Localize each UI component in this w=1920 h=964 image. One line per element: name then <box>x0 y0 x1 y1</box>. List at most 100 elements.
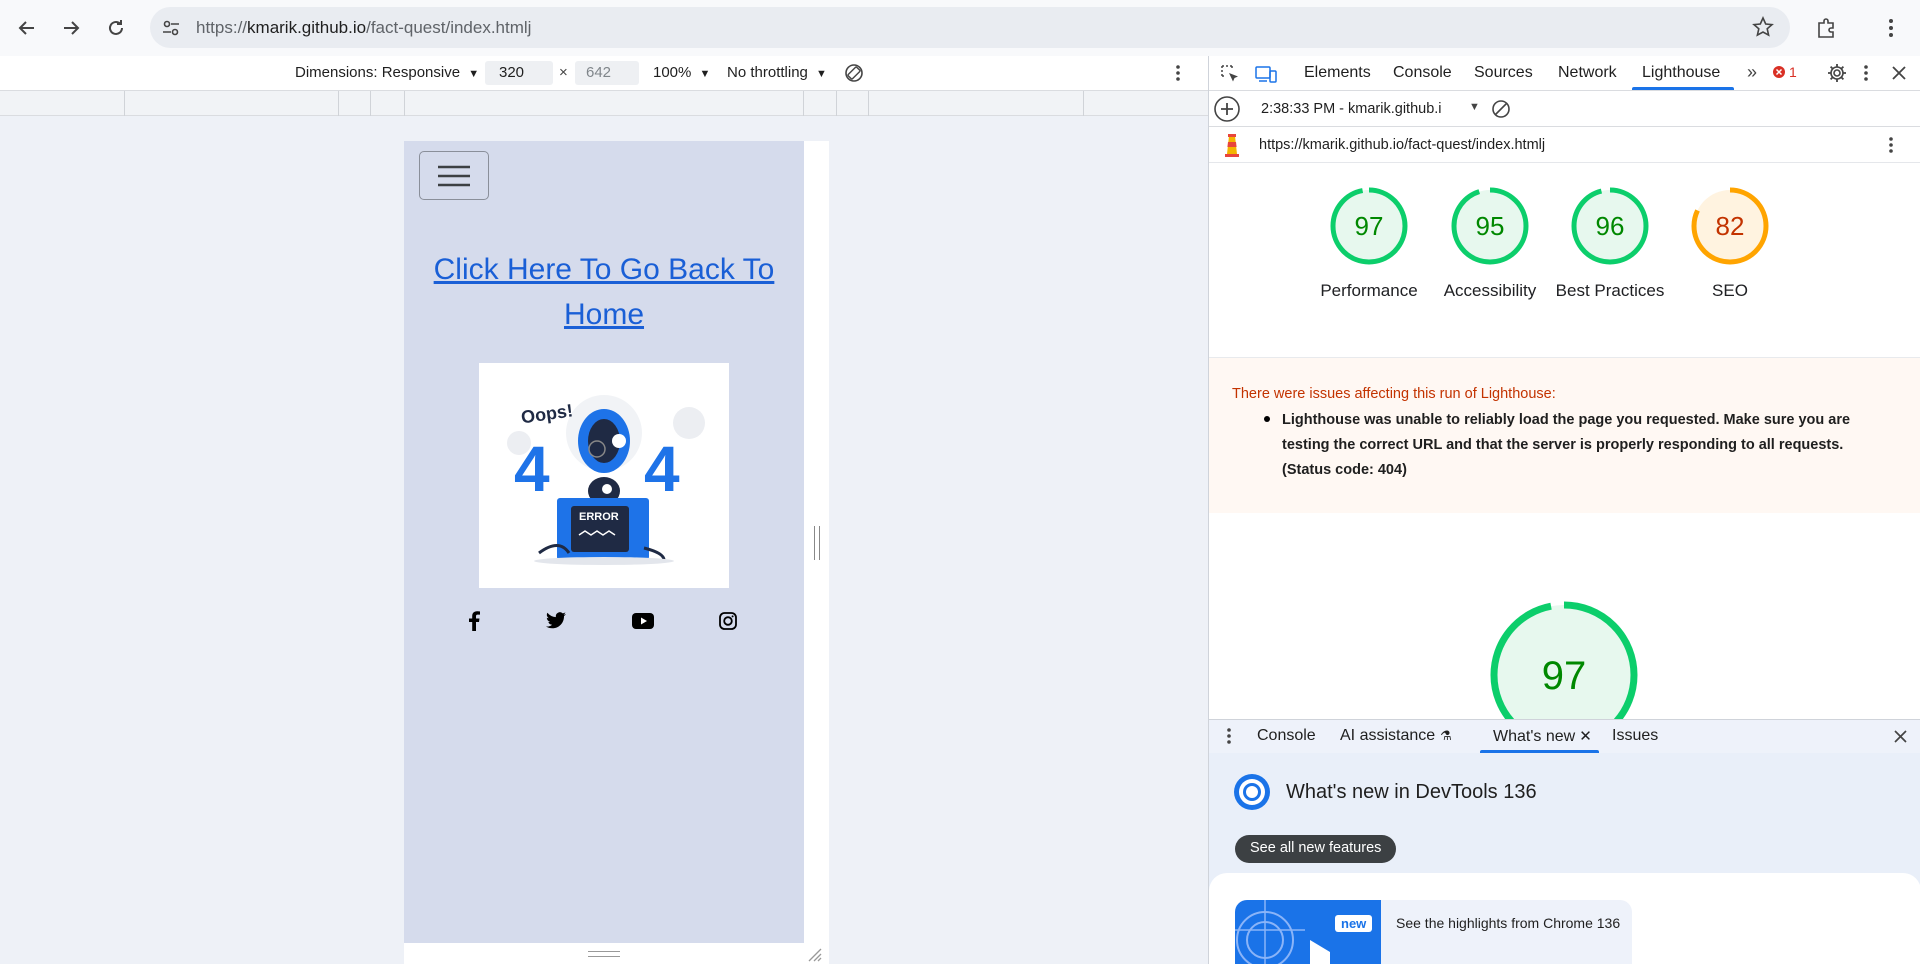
site-info-icon[interactable] <box>160 17 182 44</box>
instagram-icon[interactable] <box>719 612 737 635</box>
gauge-ring: 82 <box>1691 187 1769 265</box>
whats-new-panel: What's new in DevTools 136 See all new f… <box>1209 753 1920 964</box>
svg-text:97: 97 <box>1542 654 1587 698</box>
clear-icon[interactable] <box>1491 99 1511 124</box>
forward-icon[interactable] <box>55 12 87 44</box>
drawer-tab-issues[interactable]: Issues <box>1612 727 1658 745</box>
settings-gear-icon[interactable] <box>1827 63 1847 88</box>
extensions-icon[interactable] <box>1810 12 1842 44</box>
new-badge: new <box>1335 915 1373 932</box>
zoom-select[interactable]: 100% ▼ <box>653 64 710 81</box>
chrome-devtools-logo-icon <box>1233 773 1271 816</box>
runtime-warnings: There were issues affecting this run of … <box>1209 358 1920 513</box>
report-selector[interactable]: 2:38:33 PM - kmarik.github.i <box>1261 101 1453 117</box>
address-bar[interactable]: https://kmarik.github.io/fact-quest/inde… <box>150 7 1790 48</box>
chevron-down-icon: ▼ <box>699 68 711 80</box>
dimensions-select[interactable]: Dimensions: Responsive ▼ <box>295 64 479 81</box>
error-counter[interactable]: 1 <box>1772 64 1797 80</box>
device-toolbar: Dimensions: Responsive ▼ 320 × 642 100% … <box>0 56 1208 91</box>
close-tab-icon[interactable]: ✕ <box>1579 728 1592 745</box>
error-icon <box>1773 66 1785 78</box>
height-input[interactable]: 642 <box>575 61 639 85</box>
tab-lighthouse[interactable]: Lighthouse <box>1642 64 1720 82</box>
gauge-score: 82 <box>1716 211 1745 241</box>
gauge-ring: 96 <box>1571 187 1649 265</box>
bullet-dot <box>1264 416 1270 422</box>
media-query-ruler <box>0 91 1208 116</box>
drawer-tab-ai-assistance[interactable]: AI assistance ⚗ <box>1340 727 1452 745</box>
report-url-bar: https://kmarik.github.io/fact-quest/inde… <box>1209 127 1920 163</box>
gauge-label: Accessibility <box>1443 281 1537 300</box>
drawer-tab-console[interactable]: Console <box>1257 727 1316 745</box>
hamburger-menu-button[interactable] <box>419 151 489 200</box>
score-gauge-best-practices[interactable]: 96 Best Practices <box>1550 163 1670 353</box>
rotate-icon[interactable] <box>843 62 865 88</box>
drawer-menu-icon[interactable] <box>1226 727 1232 750</box>
width-input[interactable]: 320 <box>485 61 553 85</box>
highlights-card[interactable]: new See the highlights from Chrome 136 <box>1235 900 1632 964</box>
youtube-icon[interactable] <box>632 613 654 634</box>
zoom-label: 100% <box>653 64 692 81</box>
device-toolbar-menu-icon[interactable] <box>1175 64 1181 86</box>
report-url[interactable]: https://kmarik.github.io/fact-quest/inde… <box>1259 137 1545 153</box>
svg-text:Oops!: Oops! <box>520 400 574 427</box>
twitter-icon[interactable] <box>546 612 566 634</box>
tab-console[interactable]: Console <box>1393 64 1452 82</box>
beta-flask-icon: ⚗ <box>1440 728 1452 743</box>
gauge-label: SEO <box>1712 281 1748 300</box>
whats-new-title: What's new in DevTools 136 <box>1286 781 1537 803</box>
score-gauge-seo[interactable]: 82 SEO <box>1670 163 1790 353</box>
gauge-label: Best Practices <box>1555 281 1665 300</box>
tab-sources[interactable]: Sources <box>1474 64 1533 82</box>
bookmark-star-icon[interactable] <box>1752 16 1774 43</box>
see-all-features-button[interactable]: See all new features <box>1235 835 1397 863</box>
resize-handle-icon[interactable] <box>588 951 620 957</box>
score-gauge-performance[interactable]: 97 Performance <box>1309 163 1429 353</box>
corner-resize-icon[interactable] <box>808 948 822 962</box>
url-text: https://kmarik.github.io/fact-quest/inde… <box>196 18 532 37</box>
home-link[interactable]: Click Here To Go Back To Home <box>424 247 784 337</box>
svg-text:4: 4 <box>514 433 550 505</box>
times-sign: × <box>559 64 568 81</box>
tab-network[interactable]: Network <box>1558 64 1617 82</box>
tab-elements[interactable]: Elements <box>1304 64 1371 82</box>
dimensions-label: Dimensions: Responsive <box>295 64 461 81</box>
devtools-tab-bar: Elements Console Sources Network Lightho… <box>1209 56 1920 91</box>
more-tabs-icon[interactable]: » <box>1747 62 1757 83</box>
close-devtools-icon[interactable] <box>1891 65 1907 86</box>
new-report-icon[interactable] <box>1213 95 1241 128</box>
browser-toolbar: https://kmarik.github.io/fact-quest/inde… <box>0 0 1920 56</box>
performance-big-gauge: 97 <box>1488 599 1640 719</box>
chevron-down-icon[interactable]: ▼ <box>1469 101 1480 113</box>
svg-text:4: 4 <box>644 433 680 505</box>
active-tab-indicator <box>1632 87 1734 90</box>
inspect-element-icon[interactable] <box>1220 64 1240 89</box>
resize-handle-icon[interactable] <box>814 526 820 560</box>
highlights-thumbnail: new <box>1235 900 1381 964</box>
throttling-select[interactable]: No throttling ▼ <box>727 64 827 81</box>
hamburger-icon <box>438 165 470 187</box>
issues-item: Lighthouse was unable to reliably load t… <box>1282 412 1851 478</box>
devtools-panel: Elements Console Sources Network Lightho… <box>1208 56 1920 964</box>
device-mode-icon[interactable] <box>1255 64 1277 89</box>
report-menu-icon[interactable] <box>1888 136 1894 159</box>
lighthouse-logo-icon <box>1223 132 1241 163</box>
viewport-bottom-handle[interactable] <box>404 943 829 964</box>
devtools-menu-icon[interactable] <box>1863 64 1869 87</box>
gauge-score: 97 <box>1355 211 1384 241</box>
lighthouse-toolbar: 2:38:33 PM - kmarik.github.i ▼ <box>1209 91 1920 127</box>
chevron-down-icon: ▼ <box>468 68 480 80</box>
gauge-ring: 97 <box>1330 187 1408 265</box>
facebook-icon[interactable] <box>468 611 480 636</box>
highlights-text: See the highlights from Chrome 136 <box>1396 915 1621 931</box>
browser-menu-icon[interactable] <box>1875 12 1907 44</box>
throttling-label: No throttling <box>727 64 808 81</box>
drawer-tab-whats-new[interactable]: What's new ✕ <box>1493 727 1592 746</box>
back-icon[interactable] <box>11 12 43 44</box>
score-gauge-accessibility[interactable]: 95 Accessibility <box>1430 163 1550 353</box>
gauge-score: 95 <box>1476 211 1505 241</box>
viewport-side-handle[interactable] <box>804 141 829 943</box>
close-drawer-icon[interactable] <box>1893 729 1908 749</box>
reload-icon[interactable] <box>100 12 132 44</box>
gauge-ring: 95 <box>1451 187 1529 265</box>
